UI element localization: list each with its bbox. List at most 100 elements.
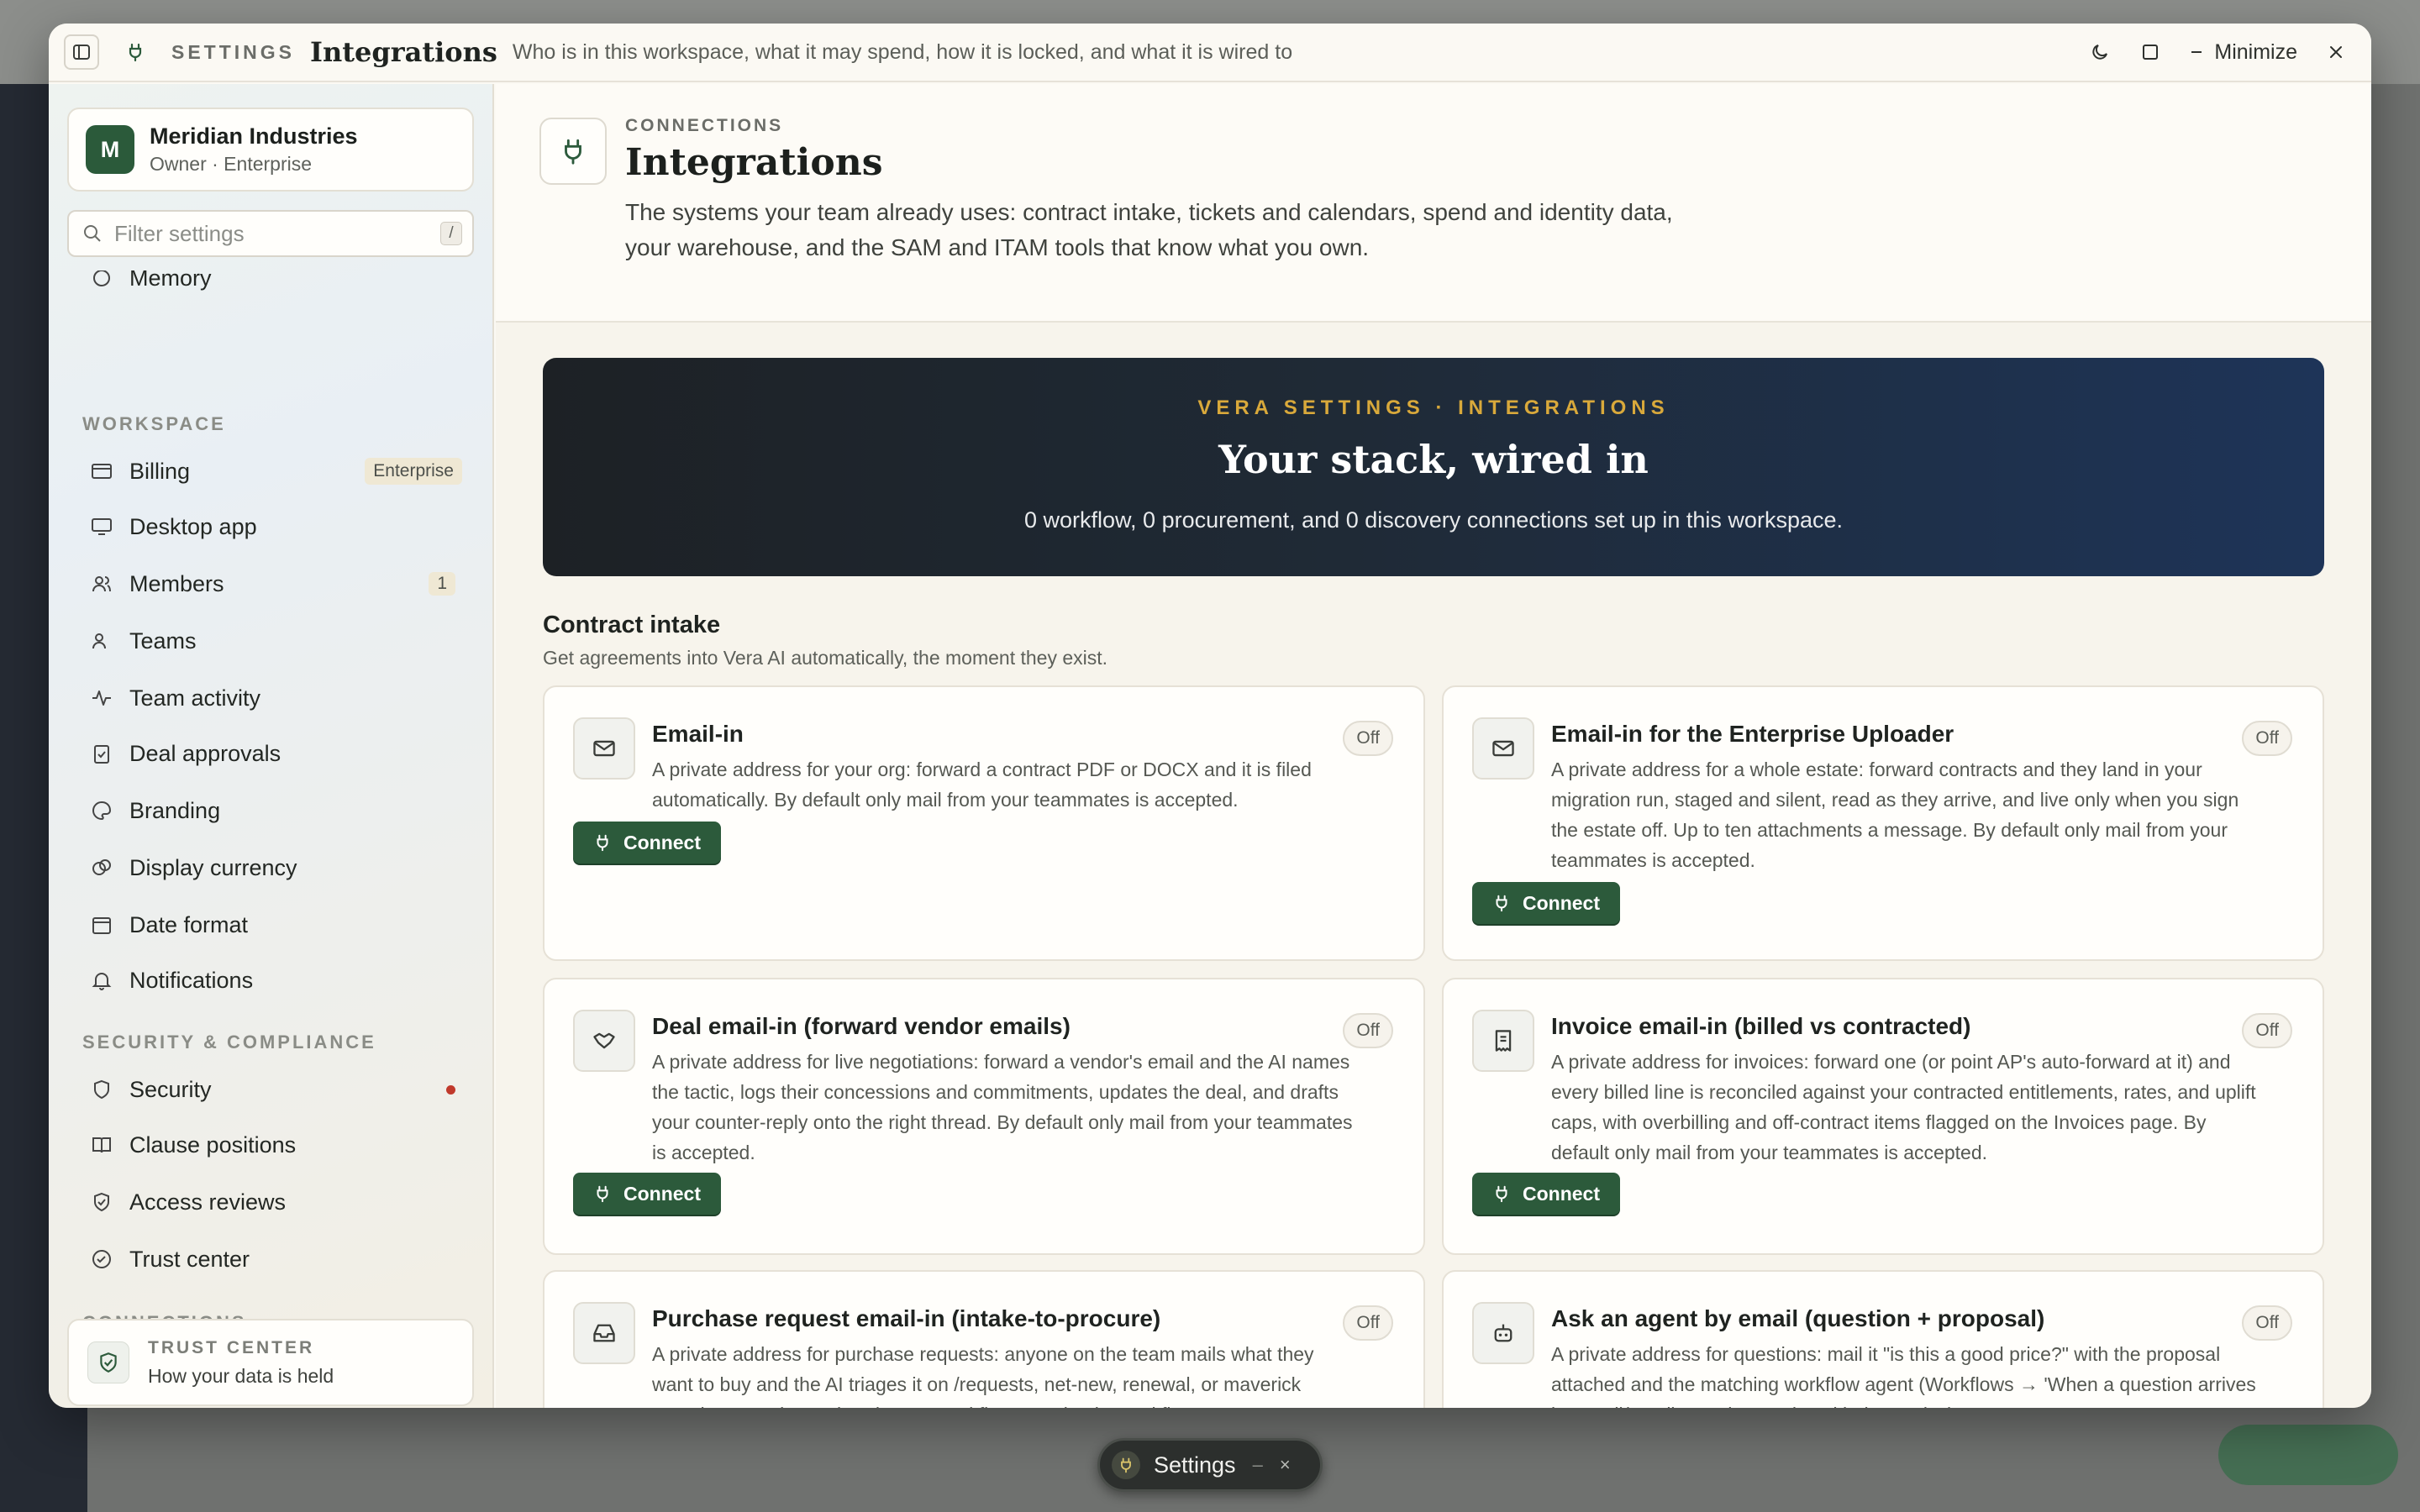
card-title: Deal email-in (forward vendor emails) xyxy=(652,1013,1071,1039)
card-description: A private address for your org: forward … xyxy=(652,759,1312,811)
integration-card-enterprise-uploader: Email-in for the Enterprise Uploader A p… xyxy=(1442,685,2324,961)
hero-title: Your stack, wired in xyxy=(1218,437,1649,482)
calendar-icon xyxy=(89,912,114,937)
sidebar-item-label: Clause positions xyxy=(129,1131,297,1158)
connect-button[interactable]: Connect xyxy=(573,1173,721,1215)
sidebar-item-display-currency[interactable]: Display currency xyxy=(67,842,474,894)
plug-icon xyxy=(597,1185,608,1203)
trust-card-subtitle: How your data is held xyxy=(148,1364,334,1387)
window-section-label: SETTINGS xyxy=(171,40,296,63)
card-description: A private address for a whole estate: fo… xyxy=(1551,759,2239,871)
moon-icon[interactable] xyxy=(2088,40,2112,64)
nav-section-workspace: WORKSPACE xyxy=(82,413,226,434)
sidebar-item-access-reviews[interactable]: Access reviews xyxy=(67,1176,474,1228)
sidebar-nav: Memory WORKSPACE Billing Enterprise Desk… xyxy=(49,270,494,1356)
card-icon xyxy=(89,459,114,484)
sidebar-item-members[interactable]: Members 1 xyxy=(67,558,474,610)
sidebar-item-notifications[interactable]: Notifications xyxy=(67,954,474,1006)
status-badge: Off xyxy=(1343,1013,1393,1048)
dock-minimize-button[interactable]: – xyxy=(1253,1454,1263,1476)
sidebar-item-billing[interactable]: Billing Enterprise xyxy=(67,445,474,497)
filter-settings-input[interactable]: Filter settings / xyxy=(67,210,474,257)
sidebar-item-label: Deal approvals xyxy=(129,740,281,766)
sidebar-item-security[interactable]: Security xyxy=(67,1063,474,1116)
status-badge: Off xyxy=(2242,1013,2292,1048)
mail-icon xyxy=(1472,717,1534,780)
sidebar-item-label: Teams xyxy=(129,627,197,654)
handshake-icon xyxy=(573,1010,635,1072)
sidebar-icon xyxy=(73,45,90,60)
settings-dock-pill[interactable]: Settings – × xyxy=(1097,1438,1323,1492)
inbox-icon xyxy=(573,1302,635,1364)
section-title: Contract intake xyxy=(543,612,721,638)
sidebar-item-label: Team activity xyxy=(129,685,261,711)
mail-icon xyxy=(573,717,635,780)
plug-icon xyxy=(1112,1451,1140,1479)
page-description: The systems your team already uses: cont… xyxy=(625,199,1673,260)
card-description: A private address for live negotiations:… xyxy=(652,1051,1353,1163)
receipt-icon xyxy=(1472,1010,1534,1072)
members-count-badge: 1 xyxy=(429,572,455,596)
org-avatar: M xyxy=(86,125,134,174)
plug-icon xyxy=(1496,1185,1507,1203)
filter-placeholder: Filter settings xyxy=(114,220,245,246)
main-content: CONNECTIONS Integrations The systems you… xyxy=(496,84,2371,1408)
background-ask-button xyxy=(2218,1425,2398,1485)
sidebar-item-trust-center[interactable]: Trust center xyxy=(67,1233,474,1285)
connect-button[interactable]: Connect xyxy=(1472,1173,1620,1215)
integration-card-invoice-email-in: Invoice email-in (billed vs contracted) … xyxy=(1442,978,2324,1255)
sidebar-item-clause-positions[interactable]: Clause positions xyxy=(67,1119,474,1171)
trust-center-card[interactable]: TRUST CENTER How your data is held xyxy=(67,1319,474,1406)
sidebar-item-label: Display currency xyxy=(129,854,297,880)
card-description: A private address for invoices: forward … xyxy=(1551,1051,2256,1163)
plug-icon xyxy=(539,118,607,185)
sidebar-item-team-activity[interactable]: Team activity xyxy=(67,672,474,724)
maximize-icon[interactable] xyxy=(2139,40,2162,64)
palette-icon xyxy=(89,798,114,823)
org-role: Owner · Enterprise xyxy=(150,153,313,175)
window-title: Integrations xyxy=(310,36,497,68)
page-title: Integrations xyxy=(625,141,883,184)
sidebar-item-label: Members xyxy=(129,570,224,596)
title-bar: SETTINGS Integrations Who is in this wor… xyxy=(49,24,2371,82)
connect-button[interactable]: Connect xyxy=(573,822,721,864)
plug-icon xyxy=(1496,895,1507,912)
users-icon xyxy=(89,571,114,596)
sidebar-item-label: Memory xyxy=(129,270,212,291)
connect-label: Connect xyxy=(1523,1182,1600,1205)
sidebar-item-branding[interactable]: Branding xyxy=(67,785,474,837)
sidebar-toggle-button[interactable] xyxy=(64,34,99,70)
monitor-icon xyxy=(89,514,114,539)
status-badge: Off xyxy=(1343,721,1393,756)
settings-window: SETTINGS Integrations Who is in this wor… xyxy=(49,24,2371,1408)
plug-icon xyxy=(124,41,146,63)
sidebar-item-label: Security xyxy=(129,1076,212,1102)
status-badge: Off xyxy=(1343,1305,1393,1341)
card-title: Email-in xyxy=(652,721,744,747)
nav-section-security: SECURITY & COMPLIANCE xyxy=(82,1032,376,1053)
card-title: Invoice email-in (billed vs contracted) xyxy=(1551,1013,1971,1039)
sidebar-item-desktop-app[interactable]: Desktop app xyxy=(67,501,474,553)
dock-label: Settings xyxy=(1154,1452,1236,1478)
sidebar-item-teams[interactable]: Teams xyxy=(67,615,474,667)
plan-badge: Enterprise xyxy=(365,458,462,485)
plug-icon xyxy=(597,834,608,852)
section-subtitle: Get agreements into Vera AI automaticall… xyxy=(543,647,1108,669)
page-header: CONNECTIONS Integrations The systems you… xyxy=(496,84,2371,323)
connect-button[interactable]: Connect xyxy=(1472,882,1620,924)
org-switcher[interactable]: M Meridian Industries Owner · Enterprise xyxy=(67,108,474,192)
sidebar-item-label: Desktop app xyxy=(129,513,257,539)
sidebar-item-label: Access reviews xyxy=(129,1189,287,1215)
minimize-button[interactable]: Minimize xyxy=(2189,40,2297,65)
close-icon[interactable] xyxy=(2324,40,2348,64)
bot-icon xyxy=(1472,1302,1534,1364)
dock-close-button[interactable]: × xyxy=(1280,1454,1291,1476)
sidebar-item-date-format[interactable]: Date format xyxy=(67,899,474,951)
shield-icon xyxy=(89,1077,114,1102)
sidebar-item-deal-approvals[interactable]: Deal approvals xyxy=(67,727,474,780)
minus-icon xyxy=(2191,51,2202,53)
card-description: A private address for purchase requests:… xyxy=(652,1343,1314,1408)
hero-kicker: VERA SETTINGS · INTEGRATIONS xyxy=(1197,396,1670,419)
sidebar-item-memory[interactable]: Memory xyxy=(67,270,474,304)
card-title: Email-in for the Enterprise Uploader xyxy=(1551,721,1954,747)
